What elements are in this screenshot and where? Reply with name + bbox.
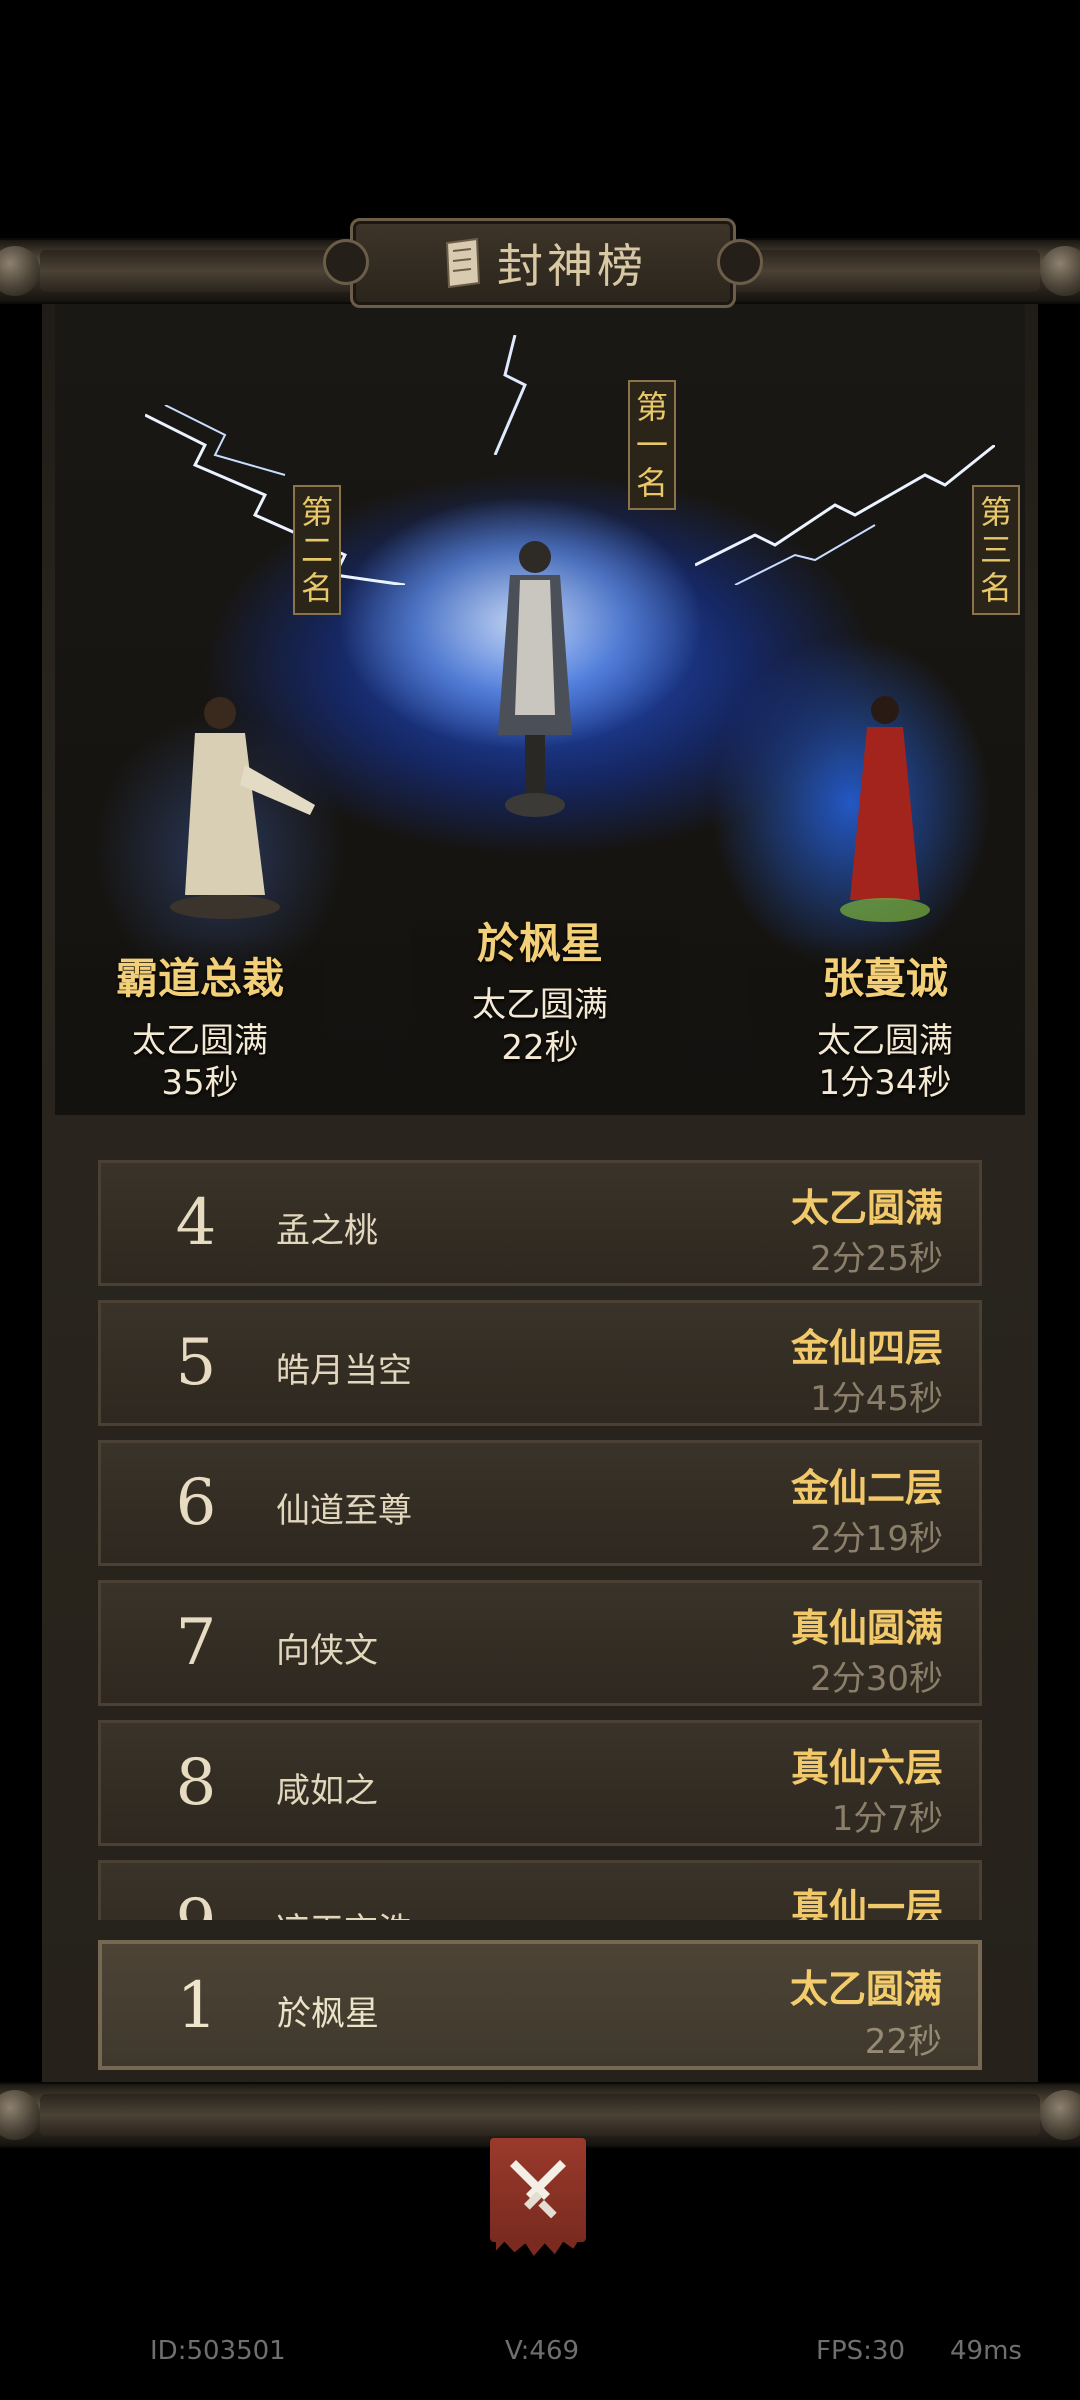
list-item[interactable]: 8 咸如之 真仙六层 1分7秒 (98, 1720, 982, 1846)
realm-level: 真仙六层 (790, 1746, 943, 1790)
page-title: 封神榜 (497, 239, 647, 293)
second-place-time: 35秒 (161, 1063, 239, 1103)
my-clear-time: 22秒 (864, 2022, 942, 2062)
player-name: 皓月当空 (276, 1351, 412, 1391)
scroll-icon (445, 237, 481, 289)
my-realm-level: 太乙圆满 (789, 1967, 942, 2011)
clear-time: 2分25秒 (810, 1239, 943, 1279)
first-place-name: 於枫星 (476, 919, 603, 968)
lightning-bolt-top (493, 335, 527, 455)
third-place-name: 张蔓诚 (821, 954, 948, 1003)
clear-time: 2分19秒 (810, 1519, 943, 1559)
title-plaque: 封神榜 (323, 218, 763, 308)
first-place-realm: 太乙圆满 (472, 985, 608, 1025)
third-place-time: 1分34秒 (818, 1063, 952, 1103)
my-rank-row[interactable]: 1 於枫星 太乙圆满 22秒 (98, 1940, 982, 2070)
my-player-name: 於枫星 (277, 1994, 379, 2034)
list-item[interactable]: 7 向侠文 真仙圆满 2分30秒 (98, 1580, 982, 1706)
clear-time: 1分7秒 (831, 1799, 943, 1839)
rank-tag-second: 第二名 (293, 485, 341, 615)
clear-time: 1分45秒 (810, 1379, 943, 1419)
rank-tag-third: 第三名 (972, 485, 1020, 615)
ranking-list[interactable]: 4 孟之桃 太乙圆满 2分25秒 5 皓月当空 金仙四层 1分45秒 6 仙道至… (98, 1160, 982, 1920)
rank-number: 6 (175, 1466, 217, 1540)
first-place-time: 22秒 (501, 1028, 579, 1068)
list-item[interactable]: 5 皓月当空 金仙四层 1分45秒 (98, 1300, 982, 1426)
list-item[interactable]: 6 仙道至尊 金仙二层 2分19秒 (98, 1440, 982, 1566)
player-name: 咸如之 (276, 1771, 378, 1811)
list-item[interactable]: 4 孟之桃 太乙圆满 2分25秒 (98, 1160, 982, 1286)
player-name: 孟之桃 (276, 1211, 378, 1251)
rank-number: 7 (175, 1606, 217, 1680)
debug-latency: 49ms (950, 2336, 1022, 2366)
debug-version: V:469 (505, 2336, 580, 2366)
realm-level: 真仙圆满 (790, 1606, 943, 1650)
podium: 第一名 第二名 第三名 於枫星 太乙圆满 22秒 霸道总裁 太乙圆满 35秒 张… (55, 295, 1025, 1115)
rank-tag-first: 第一名 (628, 380, 676, 510)
rank-number: 8 (175, 1746, 217, 1820)
realm-level: 金仙二层 (790, 1466, 943, 1510)
screen: 第一名 第二名 第三名 於枫星 太乙圆满 22秒 霸道总裁 太乙圆满 35秒 张… (0, 0, 1080, 2400)
debug-id: ID:503501 (150, 2336, 286, 2366)
close-button[interactable] (490, 2138, 586, 2256)
first-place-character (498, 541, 572, 817)
lightning-bolt-right (695, 445, 995, 585)
third-place-character (840, 696, 930, 922)
my-rank-number: 1 (176, 1969, 218, 2043)
second-place-character (170, 697, 315, 919)
rank-number: 5 (175, 1326, 217, 1400)
list-item[interactable]: 9 凉天玄浩 真仙一层 (98, 1860, 982, 1920)
rank-number: 9 (141, 1883, 251, 1920)
player-name: 向侠文 (276, 1631, 378, 1671)
rank-number: 4 (175, 1186, 217, 1260)
debug-fps: FPS:30 (816, 2336, 905, 2366)
realm-level: 金仙四层 (790, 1326, 943, 1370)
realm-level: 太乙圆满 (790, 1186, 943, 1230)
second-place-name: 霸道总裁 (115, 954, 284, 1003)
realm-level: 真仙一层 (790, 1886, 943, 1920)
clear-time: 2分30秒 (810, 1659, 943, 1699)
lightning-bolt-left (145, 405, 405, 585)
player-name: 仙道至尊 (276, 1491, 412, 1531)
player-name: 凉天玄浩 (276, 1903, 412, 1920)
crossed-swords-icon (510, 2160, 566, 2219)
